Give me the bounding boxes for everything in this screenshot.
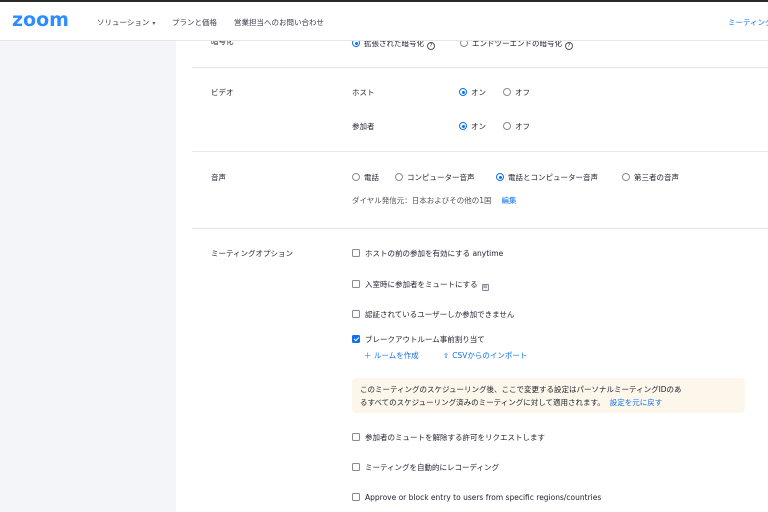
audio-option-third-party[interactable]: 第三者の音声 bbox=[622, 172, 679, 183]
radio-selected-icon[interactable] bbox=[459, 88, 467, 96]
video-participants-on[interactable]: オン bbox=[459, 121, 486, 132]
lock-icon[interactable]: ⊠ bbox=[481, 284, 489, 291]
option-label: オン bbox=[471, 122, 486, 131]
option-label: オフ bbox=[515, 88, 530, 97]
checkbox-icon[interactable] bbox=[352, 463, 360, 471]
audio-option-phone-and-computer[interactable]: 電話とコンピューター音声 bbox=[496, 172, 598, 183]
zoom-logo[interactable]: zoom bbox=[12, 9, 69, 31]
nav-contact-sales[interactable]: 営業担当へのお問い合わせ bbox=[234, 17, 324, 28]
option-authenticated-only[interactable]: 認証されているユーザーしか参加できません bbox=[352, 309, 514, 320]
video-host-on[interactable]: オン bbox=[459, 87, 486, 98]
checkbox-icon[interactable] bbox=[352, 433, 360, 441]
notice-line-1: このミーティングのスケジューリング後、ここで変更する設定はパーソナルミーティング… bbox=[360, 385, 682, 394]
section-divider bbox=[192, 228, 768, 229]
checkbox-icon[interactable] bbox=[352, 493, 360, 501]
option-label: オフ bbox=[515, 122, 530, 131]
nav-solutions[interactable]: ソリューション ▾ bbox=[97, 17, 155, 28]
radio-selected-icon[interactable] bbox=[496, 173, 504, 181]
edit-link[interactable]: 編集 bbox=[502, 196, 517, 205]
option-label: 第三者の音声 bbox=[634, 173, 679, 182]
audio-option-computer[interactable]: コンピューター音声 bbox=[395, 172, 475, 183]
notice-text: るすべてのスケジューリング済みのミーティングに対して適用されます。 bbox=[360, 398, 605, 407]
checkbox-checked-icon[interactable] bbox=[352, 335, 360, 343]
csv-import-label: CSVからのインポート bbox=[452, 351, 528, 360]
radio-icon[interactable] bbox=[622, 173, 630, 181]
nav-meetings[interactable]: ミーティング bbox=[728, 17, 768, 28]
option-join-before-host[interactable]: ホストの前の参加を有効にする anytime bbox=[352, 248, 503, 259]
radio-icon[interactable] bbox=[395, 173, 403, 181]
option-label: ブレークアウトルーム事前割り当て bbox=[365, 335, 485, 344]
radio-icon[interactable] bbox=[352, 173, 360, 181]
video-host-off[interactable]: オフ bbox=[503, 87, 530, 98]
option-label: Approve or block entry to users from spe… bbox=[365, 493, 602, 502]
chevron-down-icon: ▾ bbox=[152, 20, 156, 27]
meeting-options-label: ミーティングオプション bbox=[211, 249, 294, 258]
radio-selected-icon[interactable] bbox=[459, 122, 467, 130]
audio-label: 音声 bbox=[211, 173, 226, 182]
option-label: コンピューター音声 bbox=[407, 173, 475, 182]
sidebar bbox=[0, 41, 176, 512]
video-participants-off[interactable]: オフ bbox=[503, 121, 530, 132]
help-icon[interactable]: ? bbox=[427, 42, 435, 50]
option-label: 参加者のミュートを解除する許可をリクエストします bbox=[365, 433, 545, 442]
video-label: ビデオ bbox=[211, 88, 234, 97]
option-region-block[interactable]: Approve or block entry to users from spe… bbox=[352, 493, 601, 502]
audio-dial-from: ダイヤル発信元：日本およびその他の1国 編集 bbox=[352, 195, 517, 206]
option-auto-record[interactable]: ミーティングを自動的にレコーディング bbox=[352, 462, 499, 473]
dial-from-text: ダイヤル発信元：日本およびその他の1国 bbox=[352, 196, 492, 205]
option-request-unmute[interactable]: 参加者のミュートを解除する許可をリクエストします bbox=[352, 432, 545, 443]
option-label: 認証されているユーザーしか参加できません bbox=[365, 310, 515, 319]
notice-line-2: るすべてのスケジューリング済みのミーティングに対して適用されます。 設定を元に戻す bbox=[360, 397, 662, 408]
nav-plans-pricing[interactable]: プランと価格 bbox=[172, 17, 217, 28]
option-mute-on-entry[interactable]: 入室時に参加者をミュートにする ⊠ bbox=[352, 279, 489, 291]
checkbox-icon[interactable] bbox=[352, 280, 360, 288]
option-label: オン bbox=[471, 88, 486, 97]
option-label: 電話 bbox=[364, 173, 379, 182]
option-label: ホストの前の参加を有効にする anytime bbox=[365, 249, 504, 258]
option-label: 電話とコンピューター音声 bbox=[508, 173, 598, 182]
video-participants-label: 参加者 bbox=[352, 122, 375, 131]
radio-icon[interactable] bbox=[503, 122, 511, 130]
section-divider bbox=[192, 151, 768, 152]
schedule-notice: このミーティングのスケジューリング後、ここで変更する設定はパーソナルミーティング… bbox=[352, 378, 745, 413]
create-room-link[interactable]: ＋ ルームを作成 bbox=[364, 350, 419, 361]
checkbox-icon[interactable] bbox=[352, 310, 360, 318]
help-icon[interactable]: ? bbox=[565, 42, 573, 50]
option-breakout-preassign[interactable]: ブレークアウトルーム事前割り当て bbox=[352, 334, 485, 345]
option-label: ミーティングを自動的にレコーディング bbox=[365, 463, 500, 472]
upload-icon: ⇧ bbox=[443, 351, 450, 360]
checkbox-icon[interactable] bbox=[352, 249, 360, 257]
restore-settings-link[interactable]: 設定を元に戻す bbox=[610, 398, 663, 407]
audio-option-phone[interactable]: 電話 bbox=[352, 172, 379, 183]
section-divider bbox=[192, 67, 768, 68]
nav-solutions-label: ソリューション bbox=[97, 18, 150, 27]
radio-icon[interactable] bbox=[503, 88, 511, 96]
video-host-label: ホスト bbox=[352, 88, 375, 97]
top-navigation-bar: zoom ソリューション▾ プランと価格 営業担当へのお問い合わせ ミーティング bbox=[0, 0, 768, 41]
option-label: 入室時に参加者をミュートにする bbox=[365, 280, 478, 289]
csv-import-link[interactable]: ⇧ CSVからのインポート bbox=[443, 350, 527, 361]
